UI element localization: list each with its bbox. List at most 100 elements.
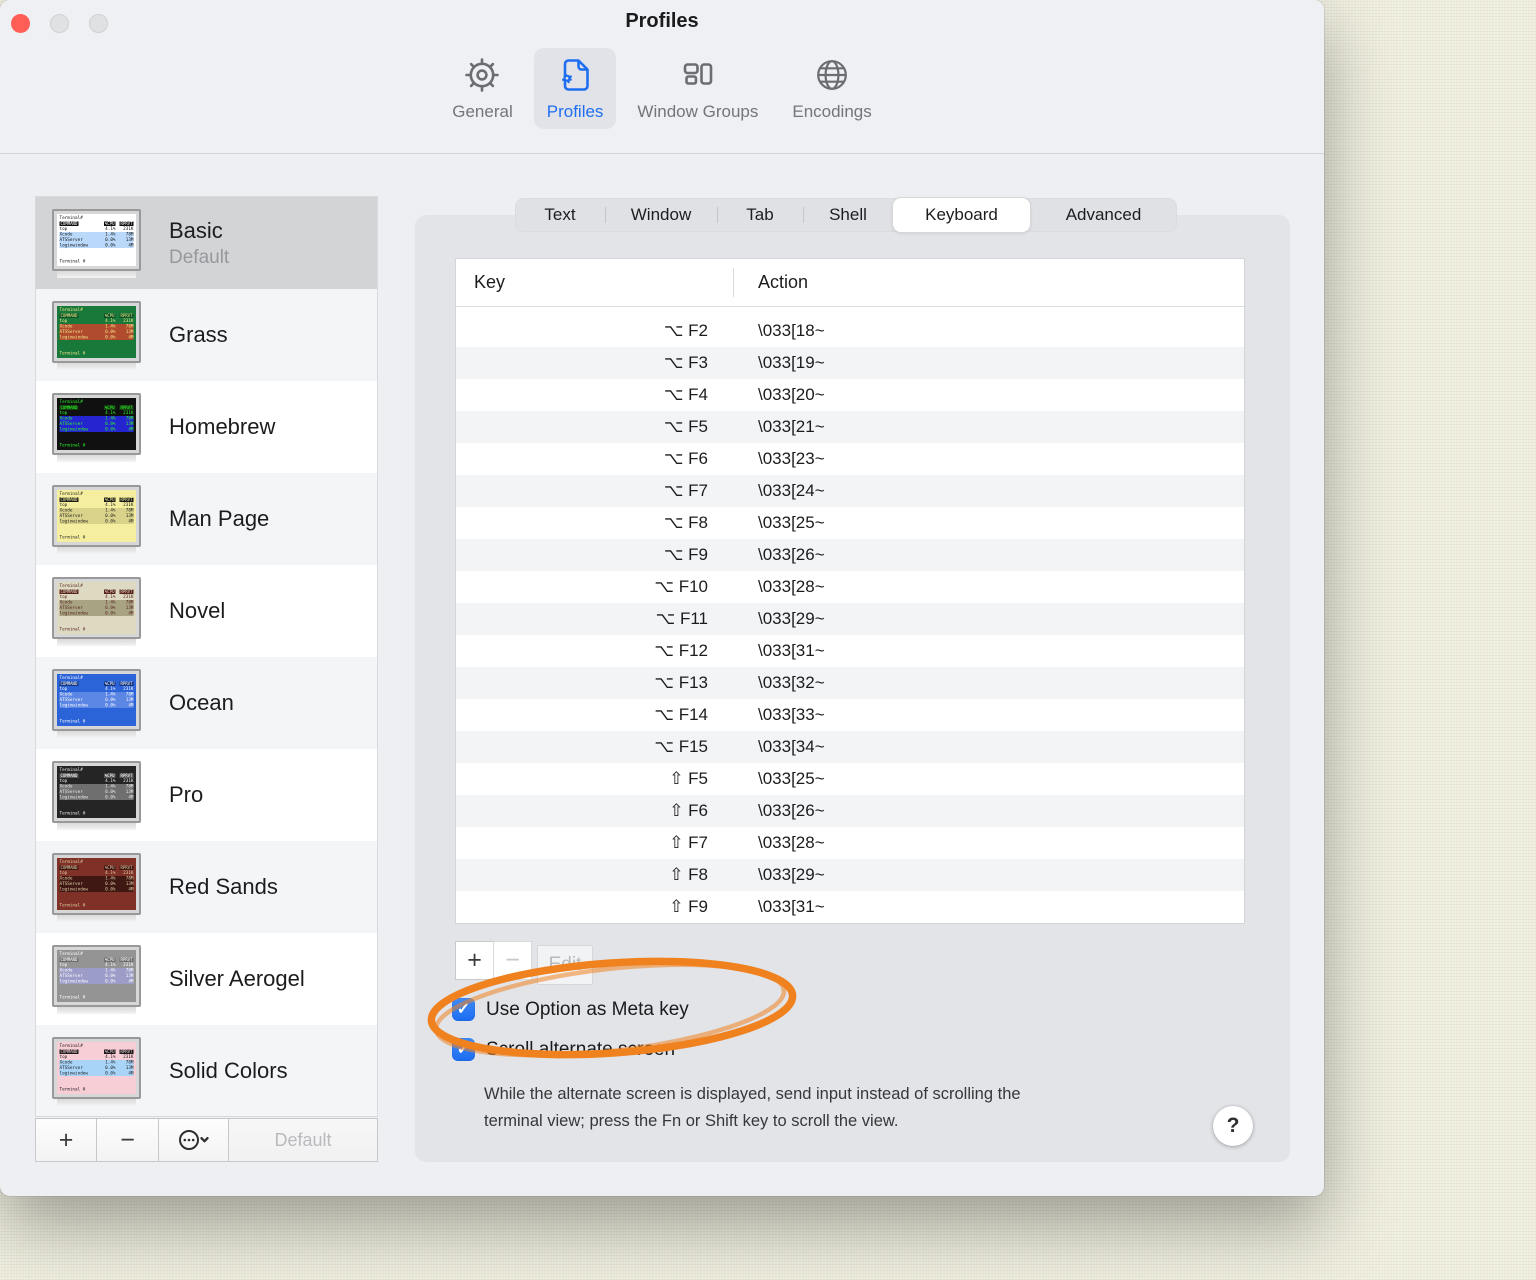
key-mapping-buttons: + − Edit bbox=[455, 941, 593, 985]
table-row[interactable]: ⌥ F14 \033[33~ bbox=[456, 699, 1244, 731]
window-title: Profiles bbox=[625, 10, 699, 32]
key-cell: ⇧ F8 bbox=[669, 865, 708, 884]
table-row[interactable]: ⌥ F7 \033[24~ bbox=[456, 475, 1244, 507]
keyboard-panel: Key Action ⌥ F2 \033[18~ ⌥ F3 \033[19~ ⌥… bbox=[415, 215, 1290, 1162]
table-row[interactable]: ⌥ F13 \033[32~ bbox=[456, 667, 1244, 699]
toolbar-item-profiles[interactable]: Profiles bbox=[533, 48, 617, 129]
key-cell: ⌥ F13 bbox=[654, 673, 708, 692]
table-row[interactable]: ⇧ F5 \033[25~ bbox=[456, 763, 1244, 795]
action-cell: \033[25~ bbox=[758, 769, 825, 788]
table-row[interactable]: ⇧ F6 \033[26~ bbox=[456, 795, 1244, 827]
edit-key-button[interactable]: Edit bbox=[537, 945, 593, 985]
profile-row-ocean[interactable]: Terminal# COMMAND %CPU RPRVT top 4.1% 231K… bbox=[36, 657, 377, 749]
profile-row-pro[interactable]: Terminal# COMMAND %CPU RPRVT top 4.1% 231K… bbox=[36, 749, 377, 841]
remove-key-button[interactable]: − bbox=[493, 941, 532, 980]
preferences-window: Profiles General Profiles Window Groups … bbox=[0, 0, 1324, 1196]
profile-row-novel[interactable]: Terminal# COMMAND %CPU RPRVT top 4.1% 231K… bbox=[36, 565, 377, 657]
set-default-button[interactable]: Default bbox=[229, 1118, 378, 1162]
profile-thumbnail: Terminal# COMMAND %CPU RPRVT top 4.1% 231K… bbox=[52, 208, 141, 278]
profile-thumbnail: Terminal# COMMAND %CPU RPRVT top 4.1% 231K… bbox=[52, 944, 141, 1014]
profile-thumbnail: Terminal# COMMAND %CPU RPRVT top 4.1% 231K… bbox=[52, 668, 141, 738]
help-button[interactable]: ? bbox=[1213, 1106, 1253, 1146]
toolbar-item-window-groups[interactable]: Window Groups bbox=[624, 48, 771, 129]
action-cell: \033[21~ bbox=[758, 417, 825, 436]
tab-bar: Text Window Tab Shell Keyboard Advanced bbox=[515, 198, 1177, 232]
table-row[interactable]: ⌥ F4 \033[20~ bbox=[456, 379, 1244, 411]
table-row[interactable]: ⌥ F15 \033[34~ bbox=[456, 731, 1244, 763]
key-cell: ⌥ F2 bbox=[663, 321, 708, 340]
action-cell: \033[33~ bbox=[758, 705, 825, 724]
action-cell: \033[31~ bbox=[758, 641, 825, 660]
thumbnail-shadow bbox=[57, 638, 136, 646]
table-row[interactable]: ⇧ F8 \033[29~ bbox=[456, 859, 1244, 891]
table-row[interactable]: ⌥ F5 \033[21~ bbox=[456, 411, 1244, 443]
add-key-button[interactable]: + bbox=[455, 941, 494, 980]
table-row[interactable]: ⌥ F3 \033[19~ bbox=[456, 347, 1244, 379]
toolbar-item-encodings[interactable]: Encodings bbox=[779, 48, 884, 129]
action-column-header[interactable]: Action bbox=[734, 259, 808, 306]
profile-row-man-page[interactable]: Terminal# COMMAND %CPU RPRVT top 4.1% 231K… bbox=[36, 473, 377, 565]
action-cell: \033[28~ bbox=[758, 833, 825, 852]
tab-text[interactable]: Text bbox=[515, 198, 605, 232]
action-cell: \033[20~ bbox=[758, 385, 825, 404]
toolbar-icon-slot bbox=[678, 54, 718, 100]
action-cell: \033[25~ bbox=[758, 513, 825, 532]
globe-icon bbox=[812, 55, 852, 100]
profile-thumbnail: Terminal# COMMAND %CPU RPRVT top 4.1% 231K… bbox=[52, 392, 141, 462]
toolbar-icon-slot bbox=[812, 54, 852, 100]
key-cell: ⌥ F8 bbox=[663, 513, 708, 532]
table-row[interactable]: ⌥ F2 \033[18~ bbox=[456, 315, 1244, 347]
thumbnail-shadow bbox=[57, 270, 136, 278]
window-groups-icon bbox=[678, 55, 718, 100]
profile-name: Pro bbox=[169, 782, 204, 807]
tab-advanced[interactable]: Advanced bbox=[1030, 198, 1177, 232]
profile-row-homebrew[interactable]: Terminal# COMMAND %CPU RPRVT top 4.1% 231K… bbox=[36, 381, 377, 473]
toolbar-item-label: Encodings bbox=[792, 102, 872, 121]
action-cell: \033[34~ bbox=[758, 737, 825, 756]
scroll-alternate-checkbox-label: Scroll alternate screen bbox=[486, 1038, 676, 1060]
key-cell: ⌥ F6 bbox=[663, 449, 708, 468]
action-cell: \033[31~ bbox=[758, 897, 825, 916]
profile-row-red-sands[interactable]: Terminal# COMMAND %CPU RPRVT top 4.1% 231K… bbox=[36, 841, 377, 933]
profile-thumbnail: Terminal# COMMAND %CPU RPRVT top 4.1% 231K… bbox=[52, 300, 141, 370]
toolbar-item-label: Profiles bbox=[546, 102, 604, 121]
profile-row-basic[interactable]: Terminal# COMMAND %CPU RPRVT top 4.1% 231K… bbox=[36, 197, 377, 289]
tab-window[interactable]: Window bbox=[605, 198, 717, 232]
action-cell: \033[19~ bbox=[758, 353, 825, 372]
key-column-header[interactable]: Key bbox=[456, 259, 734, 306]
profile-thumbnail: Terminal# COMMAND %CPU RPRVT top 4.1% 231K… bbox=[52, 484, 141, 554]
table-row[interactable]: ⇧ F9 \033[31~ bbox=[456, 891, 1244, 923]
add-profile-button[interactable]: + bbox=[35, 1118, 97, 1162]
tab-shell[interactable]: Shell bbox=[803, 198, 893, 232]
table-header: Key Action bbox=[456, 259, 1244, 307]
profile-default-badge: Default bbox=[169, 246, 230, 268]
remove-profile-button[interactable]: − bbox=[97, 1118, 159, 1162]
profile-row-grass[interactable]: Terminal# COMMAND %CPU RPRVT top 4.1% 231K… bbox=[36, 289, 377, 381]
table-row[interactable]: ⌥ F10 \033[28~ bbox=[456, 571, 1244, 603]
table-row[interactable]: ⌥ F11 \033[29~ bbox=[456, 603, 1244, 635]
tab-keyboard[interactable]: Keyboard bbox=[893, 198, 1030, 232]
table-row[interactable]: ⌥ F8 \033[25~ bbox=[456, 507, 1244, 539]
profile-name: Red Sands bbox=[169, 874, 278, 899]
toolbar-icon-slot bbox=[555, 54, 595, 100]
toolbar: General Profiles Window Groups Encodings bbox=[0, 48, 1324, 129]
profile-row-solid-colors[interactable]: Terminal# COMMAND %CPU RPRVT top 4.1% 231K… bbox=[36, 1025, 377, 1116]
key-cell: ⌥ F10 bbox=[654, 577, 708, 596]
key-cell: ⇧ F9 bbox=[669, 897, 708, 916]
key-cell: ⌥ F5 bbox=[663, 417, 708, 436]
profile-more-button[interactable] bbox=[159, 1118, 229, 1162]
table-row[interactable]: ⌥ F9 \033[26~ bbox=[456, 539, 1244, 571]
table-row[interactable]: ⇧ F7 \033[28~ bbox=[456, 827, 1244, 859]
thumbnail-shadow bbox=[57, 1098, 136, 1106]
option-meta-checkbox-row: Use Option as Meta key bbox=[452, 998, 689, 1021]
keyboard-table-body: ⌥ F2 \033[18~ ⌥ F3 \033[19~ ⌥ F4 \033[20… bbox=[456, 307, 1244, 923]
toolbar-item-general[interactable]: General bbox=[439, 48, 525, 129]
table-row[interactable]: ⌥ F12 \033[31~ bbox=[456, 635, 1244, 667]
table-row[interactable]: ⌥ F6 \033[23~ bbox=[456, 443, 1244, 475]
key-cell: ⌥ F12 bbox=[654, 641, 708, 660]
option-meta-checkbox[interactable] bbox=[452, 998, 475, 1021]
tab-tab[interactable]: Tab bbox=[717, 198, 803, 232]
profile-row-silver-aerogel[interactable]: Terminal# COMMAND %CPU RPRVT top 4.1% 231K… bbox=[36, 933, 377, 1025]
scroll-alternate-checkbox[interactable] bbox=[452, 1038, 475, 1061]
key-cell: ⌥ F4 bbox=[663, 385, 708, 404]
